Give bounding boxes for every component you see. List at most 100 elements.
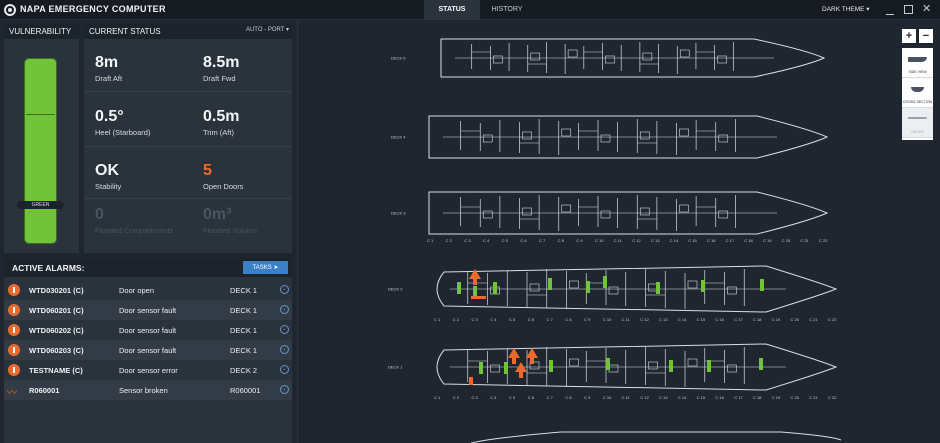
draft-fwd-label: Draft Fwd — [203, 74, 236, 83]
frame-label: C 5 — [509, 317, 516, 322]
alarm-row[interactable]: TESTNAME (C) Door sensor error DECK 2 — [4, 360, 292, 380]
locate-target-icon[interactable] — [280, 385, 289, 394]
side-view-button[interactable]: SIDE VIEW — [902, 48, 933, 78]
frame-label: C 10 — [595, 238, 604, 243]
frame-label: C 16 — [715, 395, 724, 400]
watertight-door-closed[interactable] — [701, 280, 705, 292]
frame-label: C 13 — [659, 317, 668, 322]
door-open-alarm-icon[interactable] — [526, 348, 538, 364]
compartment-room — [567, 49, 578, 58]
app-title: NAPA EMERGENCY COMPUTER — [20, 4, 166, 14]
heel-label: Heel (Starboard) — [95, 128, 151, 137]
minimize-icon[interactable] — [886, 3, 894, 15]
deck-plan-drawing[interactable]: DECK 5 DECK 4 DECK 3 C 1 C 2 C 3 C 4 C 5 C 6 C 7 C… — [298, 20, 940, 443]
watertight-door-closed[interactable] — [493, 282, 497, 294]
alarm-location: DECK 2 — [230, 366, 258, 375]
watertight-door-closed[interactable] — [549, 360, 553, 372]
watertight-door-closed[interactable] — [479, 362, 483, 374]
compartment-room — [639, 207, 650, 216]
alarm-row[interactable]: 〰 R060001 Sensor broken R060001 — [4, 380, 292, 400]
alarm-row[interactable]: WTD060201 (C) Door sensor fault DECK 1 — [4, 300, 292, 320]
tab-history[interactable]: HISTORY — [484, 0, 530, 20]
alarm-row[interactable]: WTD060202 (C) Door sensor fault DECK 1 — [4, 320, 292, 340]
frame-label: C 18 — [753, 317, 762, 322]
frame-label: C 21 — [800, 238, 809, 243]
alarm-highlight[interactable] — [471, 296, 486, 299]
flooded-compartments-value: 0 — [95, 206, 104, 223]
frame-label: C 10 — [603, 395, 612, 400]
watertight-door-closed[interactable] — [586, 281, 590, 293]
locate-target-icon[interactable] — [280, 285, 289, 294]
frame-label: C 9 — [576, 238, 583, 243]
frame-label: C 7 — [539, 238, 546, 243]
status-divider — [84, 146, 292, 147]
compartment-room — [482, 210, 493, 219]
locate-target-icon[interactable] — [280, 305, 289, 314]
frame-label: C 7 — [547, 317, 554, 322]
alarm-location: DECK 1 — [230, 286, 258, 295]
frame-label: C 11 — [614, 238, 623, 243]
frame-label: C 3 — [464, 238, 471, 243]
watertight-door-closed[interactable] — [759, 358, 763, 370]
vulnerability-level-label: GREEN — [17, 201, 64, 209]
zoom-out-button[interactable]: − — [919, 29, 933, 43]
locate-target-icon[interactable] — [280, 345, 289, 354]
compartment-room — [561, 204, 572, 213]
mode-dropdown[interactable]: AUTO - PORT ▾ — [246, 26, 289, 33]
frame-label: C 18 — [753, 395, 762, 400]
frame-label: C 17 — [734, 317, 743, 322]
ship-deck-view[interactable]: DECK 5 DECK 4 DECK 3 C 1 C 2 C 3 C 4 C 5 C 6 C 7 C… — [297, 20, 940, 443]
compartment-room — [648, 361, 658, 370]
cross-section-button[interactable]: CROSS-SECTION — [902, 78, 933, 108]
compartment-room — [600, 210, 611, 219]
frame-label: C 7 — [547, 395, 554, 400]
frame-label: C 10 — [603, 317, 612, 322]
watertight-door-closed[interactable] — [504, 362, 508, 374]
alarm-row[interactable]: WTD030201 (C) Door open DECK 1 — [4, 280, 292, 300]
zoom-in-button[interactable]: + — [902, 29, 916, 43]
close-icon[interactable]: ✕ — [922, 2, 931, 15]
tab-status[interactable]: STATUS — [424, 0, 480, 20]
decks-button[interactable]: DECKS — [902, 108, 933, 138]
frame-label: C 20 — [790, 317, 799, 322]
alarm-row[interactable]: WTD060203 (C) Door sensor fault DECK 1 — [4, 340, 292, 360]
frame-label: C 17 — [726, 238, 735, 243]
locate-target-icon[interactable] — [280, 365, 289, 374]
watertight-door-closed[interactable] — [606, 358, 610, 370]
alarm-id: WTD060201 (C) — [29, 306, 84, 315]
frame-label: C 19 — [772, 395, 781, 400]
alarm-location: DECK 1 — [230, 326, 258, 335]
watertight-door-closed[interactable] — [669, 360, 673, 372]
alarm-id: WTD030201 (C) — [29, 286, 84, 295]
alarms-header: ACTIVE ALARMS: TASKS ➤ — [4, 258, 292, 277]
watertight-door-closed[interactable] — [656, 282, 660, 294]
compartment-room — [679, 204, 689, 213]
alarm-highlight[interactable] — [469, 377, 473, 385]
frame-label: C 4 — [483, 238, 490, 243]
watertight-door-closed[interactable] — [707, 360, 711, 372]
tasks-button[interactable]: TASKS ➤ — [243, 261, 288, 274]
alarm-id: WTD060202 (C) — [29, 326, 84, 335]
warning-badge-icon — [8, 344, 20, 356]
watertight-door-closed[interactable] — [548, 278, 552, 290]
locate-target-icon[interactable] — [280, 325, 289, 334]
door-open-alarm-icon[interactable] — [515, 362, 527, 378]
watertight-door-closed[interactable] — [457, 282, 461, 294]
frame-label: C 1 — [434, 395, 441, 400]
current-status-panel: CURRENT STATUS AUTO - PORT ▾ 8m Draft Af… — [84, 24, 292, 253]
sensor-wave-icon: 〰 — [7, 388, 17, 399]
watertight-door-closed[interactable] — [603, 276, 607, 288]
compartment-room — [569, 280, 579, 289]
maximize-icon[interactable] — [904, 5, 913, 14]
alarm-description: Door sensor error — [119, 366, 178, 375]
frame-label: C 14 — [678, 395, 687, 400]
frame-label: C 6 — [520, 238, 527, 243]
theme-dropdown[interactable]: DARK THEME ▾ — [822, 0, 872, 20]
heel-value: 0.5° — [95, 108, 124, 125]
door-open-alarm-icon[interactable] — [508, 348, 520, 364]
frame-label: C 1 — [434, 317, 441, 322]
frame-label: C 13 — [651, 238, 660, 243]
watertight-door-closed[interactable] — [760, 279, 764, 291]
frame-label: C 14 — [678, 317, 687, 322]
frame-label: C 21 — [809, 317, 818, 322]
